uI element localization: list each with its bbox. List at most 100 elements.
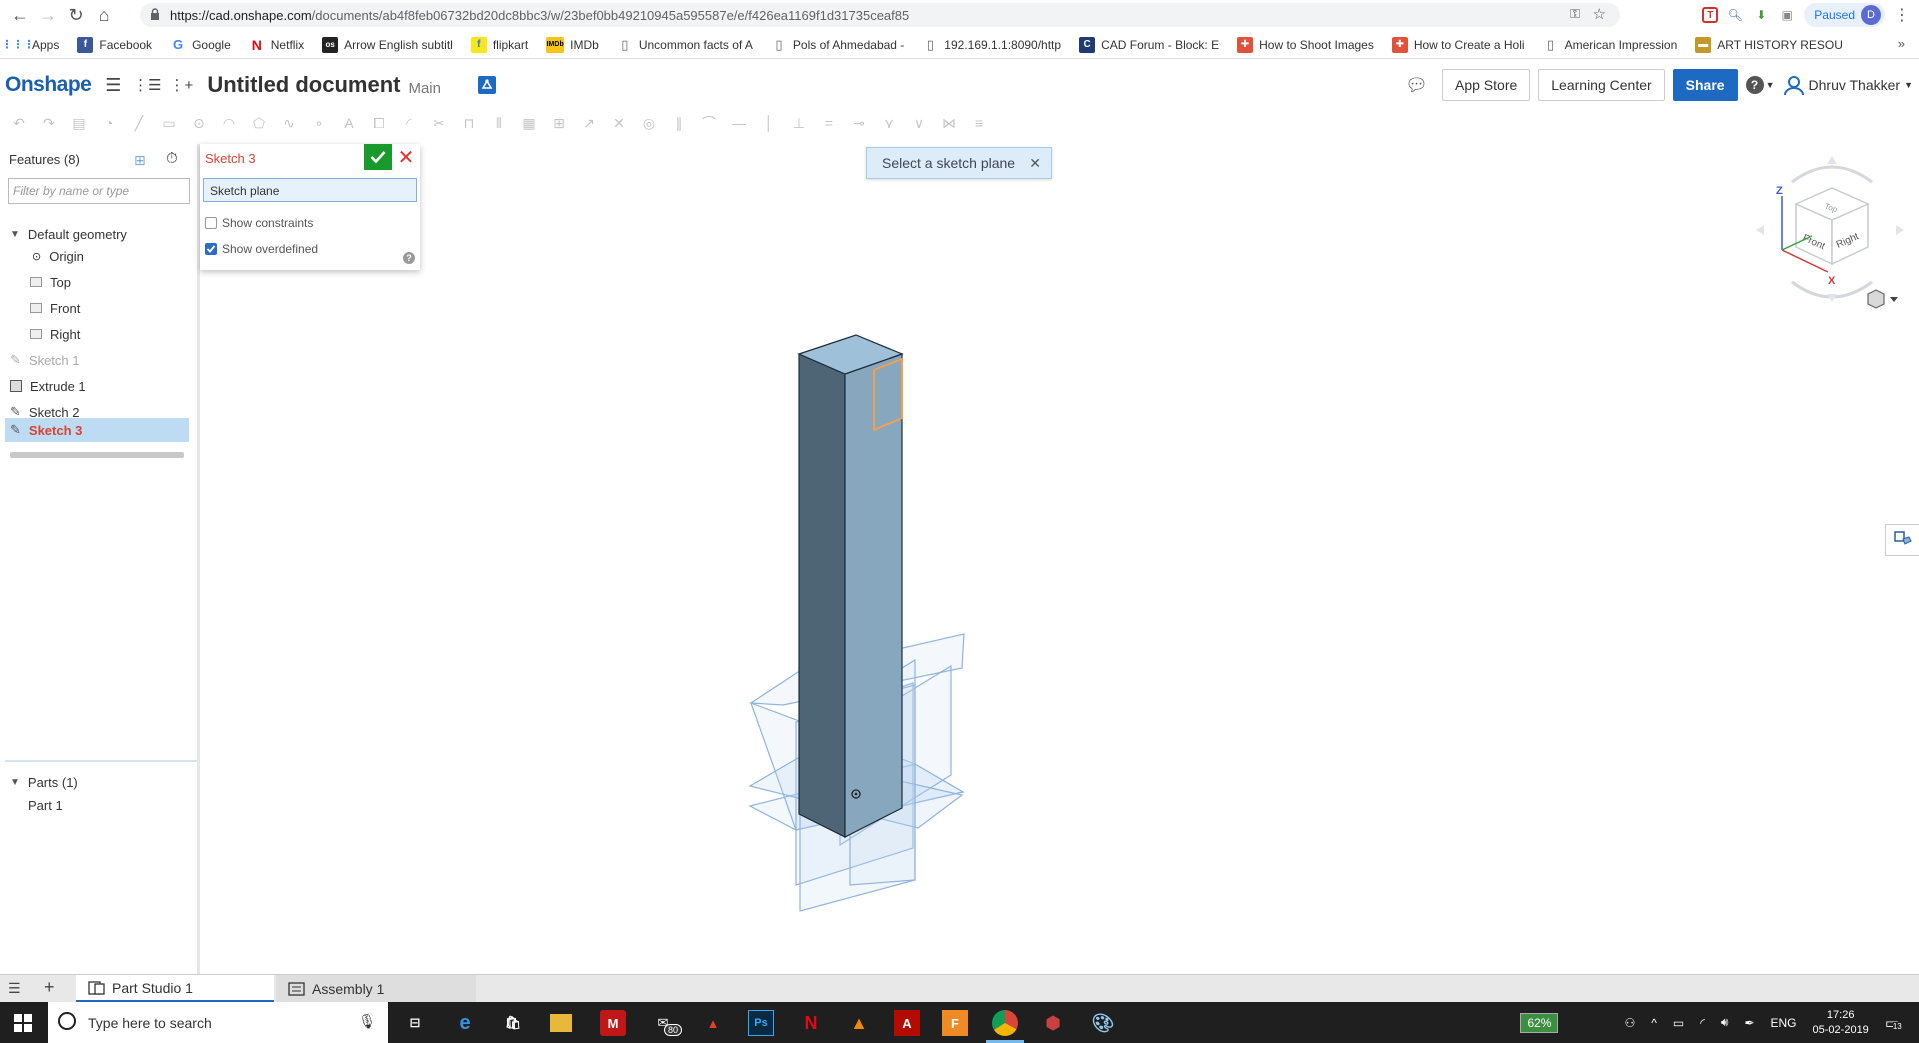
extension-t-icon[interactable]: T bbox=[1702, 7, 1719, 23]
tangent-icon[interactable]: ⌒ bbox=[698, 112, 720, 134]
part-left-face[interactable] bbox=[798, 353, 846, 838]
bookmark-netflix[interactable]: N Netflix bbox=[249, 37, 304, 53]
panel-divider[interactable] bbox=[5, 760, 197, 762]
undo-icon[interactable]: ↶ bbox=[8, 112, 30, 134]
acrobat-icon[interactable]: A bbox=[894, 1010, 920, 1036]
comments-icon[interactable]: 💬︎ bbox=[1405, 75, 1428, 96]
browser-menu-icon[interactable]: ⋮ bbox=[1893, 6, 1911, 24]
onshape-logo[interactable]: Onshape bbox=[5, 73, 92, 97]
bookmarks-overflow-icon[interactable]: » bbox=[1898, 36, 1905, 51]
battery-icon[interactable]: ▭ bbox=[1673, 1016, 1684, 1030]
tree-default-geometry[interactable]: ▼ Default geometry bbox=[10, 222, 190, 246]
rotate-arc-top[interactable] bbox=[1791, 165, 1873, 184]
file-explorer-icon[interactable] bbox=[550, 1014, 572, 1032]
tree-item-right[interactable]: Right bbox=[30, 322, 210, 346]
office-app-icon[interactable]: F bbox=[942, 1010, 968, 1036]
edge-icon[interactable]: e bbox=[452, 1010, 478, 1036]
windows-start-icon[interactable] bbox=[14, 1014, 32, 1032]
profile-paused-button[interactable]: Paused D bbox=[1804, 3, 1885, 27]
taskbar-search-input[interactable]: Type here to search 🎙︎ bbox=[48, 1002, 388, 1043]
text-icon[interactable]: A bbox=[338, 112, 360, 134]
equal-icon[interactable]: = bbox=[818, 112, 840, 134]
bookmark-google[interactable]: G Google bbox=[170, 37, 231, 53]
transform-icon[interactable]: ⊞ bbox=[548, 112, 570, 134]
volume-icon[interactable]: 🔊︎ bbox=[1721, 1015, 1729, 1030]
trim-icon[interactable]: ✂ bbox=[428, 112, 450, 134]
perpendicular-icon[interactable]: ⊥ bbox=[788, 112, 810, 134]
extension-download-icon[interactable]: ⬇ bbox=[1752, 6, 1770, 24]
concentric-icon[interactable]: ◎ bbox=[638, 112, 660, 134]
polygon-icon[interactable]: ⬠ bbox=[248, 112, 270, 134]
mcafee-icon[interactable]: M bbox=[600, 1010, 626, 1036]
people-icon[interactable]: ⚇ bbox=[1624, 1016, 1635, 1030]
fillet-icon[interactable]: ◜ bbox=[398, 112, 420, 134]
tree-item-origin[interactable]: ⊙ Origin bbox=[32, 244, 212, 268]
rotate-left-arrow[interactable] bbox=[1756, 225, 1764, 235]
url-input[interactable]: https://cad.onshape.com/documents/ab4f8f… bbox=[140, 3, 1620, 27]
learning-center-button[interactable]: Learning Center bbox=[1538, 69, 1665, 101]
chrome-icon[interactable] bbox=[992, 1010, 1018, 1036]
tab-part-studio-1[interactable]: Part Studio 1 bbox=[76, 975, 274, 1002]
mirror-icon[interactable]: ⫴ bbox=[488, 112, 510, 134]
clock[interactable]: 17:26 05-02-2019 bbox=[1813, 1008, 1869, 1038]
photoshop-icon[interactable]: Ps bbox=[748, 1010, 774, 1036]
rollback-timer-icon[interactable]: ⏱︎ bbox=[166, 150, 178, 167]
rollback-bar[interactable] bbox=[10, 452, 184, 458]
tree-item-top[interactable]: Top bbox=[30, 270, 210, 294]
version-graph-icon[interactable] bbox=[475, 73, 499, 97]
chevron-up-icon[interactable]: ^ bbox=[1651, 1016, 1657, 1030]
share-button[interactable]: Share bbox=[1672, 69, 1738, 101]
bookmark-art-history[interactable]: ▬ ART HISTORY RESOU bbox=[1695, 36, 1843, 53]
bookmark-imdb[interactable]: IMDb IMDb bbox=[546, 36, 599, 53]
vertical-icon[interactable]: │ bbox=[758, 112, 780, 134]
sketch-mode-icon[interactable]: ◔ bbox=[98, 112, 120, 134]
tab-list-icon[interactable]: ☰ bbox=[8, 980, 21, 997]
reload-button[interactable]: ↻ bbox=[62, 1, 90, 29]
fix-icon[interactable]: ≡ bbox=[968, 112, 990, 134]
parallel-icon[interactable]: ∥ bbox=[668, 112, 690, 134]
user-menu[interactable]: Dhruv Thakker ▼ bbox=[1783, 74, 1913, 96]
notifications-icon[interactable]: ▭13 bbox=[1885, 1014, 1902, 1032]
tree-item-part-1[interactable]: Part 1 bbox=[28, 793, 208, 817]
help-icon[interactable]: ? ▼ bbox=[1745, 76, 1775, 94]
bookmark-cad-forum[interactable]: C CAD Forum - Block: E bbox=[1079, 36, 1219, 53]
pattern-icon[interactable]: ▦ bbox=[518, 112, 540, 134]
view-cube[interactable]: Front Right Top Z X bbox=[1752, 152, 1912, 312]
midpoint-icon[interactable]: ⊸ bbox=[848, 112, 870, 134]
language-indicator[interactable]: ENG bbox=[1771, 1016, 1797, 1030]
tree-item-sketch-3[interactable]: ✎ Sketch 3 bbox=[5, 418, 189, 442]
line-icon[interactable]: ╱ bbox=[128, 112, 150, 134]
tree-item-front[interactable]: Front bbox=[30, 296, 210, 320]
add-folder-icon[interactable]: ⊞ bbox=[134, 152, 146, 169]
view-options-icon[interactable] bbox=[1867, 289, 1898, 309]
pierce-icon[interactable]: ∨ bbox=[908, 112, 930, 134]
filter-input[interactable]: Filter by name or type bbox=[8, 178, 190, 204]
bookmark-apps[interactable]: ⋮⋮⋮ Apps bbox=[2, 37, 60, 53]
bookmark-shoot-images[interactable]: ✚ How to Shoot Images bbox=[1237, 36, 1374, 53]
graphics-viewport[interactable] bbox=[200, 140, 1880, 970]
tree-parts[interactable]: ▼ Parts (1) bbox=[10, 770, 190, 794]
tree-item-extrude-1[interactable]: Extrude 1 bbox=[10, 374, 190, 398]
rectangle-icon[interactable]: ▭ bbox=[158, 112, 180, 134]
extension-image-icon[interactable]: ▣ bbox=[1778, 6, 1796, 24]
vlc-icon[interactable]: ▲ bbox=[846, 1010, 872, 1036]
normal-icon[interactable]: ⋎ bbox=[878, 112, 900, 134]
clipboard-icon[interactable]: ▤ bbox=[68, 112, 90, 134]
circle-icon[interactable]: ⊙ bbox=[188, 112, 210, 134]
bookmark-arrow-subtitles[interactable]: os Arrow English subtitl bbox=[322, 36, 453, 53]
pen-icon[interactable]: ✒ bbox=[1744, 1016, 1754, 1030]
feature-list-icon[interactable]: ⋮☰ bbox=[133, 73, 161, 97]
extension-search-icon[interactable]: 🔍︎ bbox=[1726, 6, 1744, 24]
document-title[interactable]: Untitled document bbox=[207, 72, 400, 98]
spline-icon[interactable]: ∿ bbox=[278, 112, 300, 134]
bookmark-router[interactable]: ▯ 192.169.1.1:8090/http bbox=[922, 37, 1061, 53]
menu-icon[interactable]: ☰ bbox=[101, 73, 125, 97]
add-tab-icon[interactable]: + bbox=[44, 977, 55, 998]
arc-icon[interactable]: ◠ bbox=[218, 112, 240, 134]
sketchup-icon[interactable]: ▲ bbox=[700, 1010, 726, 1036]
rotate-right-arrow[interactable] bbox=[1896, 225, 1904, 235]
tab-assembly-1[interactable]: Assembly 1 bbox=[276, 975, 476, 1002]
bookmark-uncommon-facts[interactable]: ▯ Uncommon facts of A bbox=[617, 37, 753, 53]
battery-indicator[interactable]: 62% bbox=[1520, 1012, 1559, 1033]
netflix-app-icon[interactable]: N bbox=[798, 1010, 824, 1036]
